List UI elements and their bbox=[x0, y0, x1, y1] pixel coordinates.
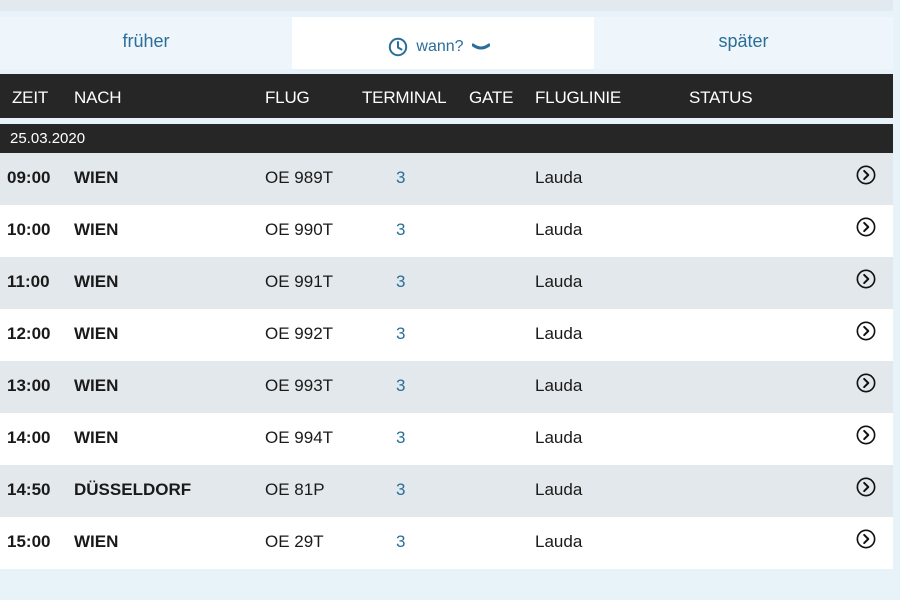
table-row[interactable]: 12:00 WIEN OE 992T 3 Lauda bbox=[0, 309, 893, 361]
column-header-gate: GATE bbox=[469, 88, 514, 107]
flight-number: OE 81P bbox=[265, 480, 325, 499]
column-header-flight: FLUG bbox=[265, 88, 310, 107]
terminal-number: 3 bbox=[396, 168, 406, 187]
destination: DÜSSELDORF bbox=[74, 480, 192, 499]
flight-list: 09:00 WIEN OE 989T 3 Lauda 10:00 WIEN OE… bbox=[0, 153, 893, 569]
airline: Lauda bbox=[535, 376, 583, 395]
destination: WIEN bbox=[74, 376, 119, 395]
when-label: wann? bbox=[416, 38, 464, 55]
flight-number: OE 992T bbox=[265, 324, 334, 343]
chevron-right-circle-icon[interactable] bbox=[856, 477, 876, 497]
departure-time: 11:00 bbox=[7, 272, 50, 291]
table-row[interactable]: 11:00 WIEN OE 991T 3 Lauda bbox=[0, 257, 893, 309]
time-navigation: früher wann? später bbox=[0, 17, 893, 69]
destination: WIEN bbox=[74, 532, 119, 551]
flight-number: OE 989T bbox=[265, 168, 334, 187]
flight-number: OE 29T bbox=[265, 532, 324, 551]
terminal-number: 3 bbox=[396, 532, 406, 551]
departure-time: 14:00 bbox=[7, 428, 51, 447]
table-row[interactable]: 10:00 WIEN OE 990T 3 Lauda bbox=[0, 205, 893, 257]
terminal-number: 3 bbox=[396, 480, 406, 499]
chevron-right-circle-icon[interactable] bbox=[856, 269, 876, 289]
later-button[interactable]: später bbox=[594, 17, 893, 69]
destination: WIEN bbox=[74, 272, 119, 291]
departure-time: 15:00 bbox=[7, 532, 51, 551]
earlier-button[interactable]: früher bbox=[0, 17, 292, 69]
airline: Lauda bbox=[535, 532, 583, 551]
airline: Lauda bbox=[535, 220, 583, 239]
table-row[interactable]: 14:00 WIEN OE 994T 3 Lauda bbox=[0, 413, 893, 465]
date-group-header: 25.03.2020 bbox=[0, 124, 893, 153]
chevron-right-circle-icon[interactable] bbox=[856, 321, 876, 341]
column-header-destination: NACH bbox=[74, 88, 122, 107]
column-header-terminal: TERMINAL bbox=[362, 88, 447, 107]
departure-time: 14:50 bbox=[7, 480, 51, 499]
airline: Lauda bbox=[535, 324, 583, 343]
column-header-time: ZEIT bbox=[12, 88, 49, 107]
column-header-airline: FLUGLINIE bbox=[535, 88, 622, 107]
top-strip bbox=[0, 0, 893, 11]
table-row[interactable]: 14:50 DÜSSELDORF OE 81P 3 Lauda bbox=[0, 465, 893, 517]
terminal-number: 3 bbox=[396, 428, 406, 447]
airline: Lauda bbox=[535, 428, 583, 447]
chevron-right-circle-icon[interactable] bbox=[856, 373, 876, 393]
table-row[interactable]: 13:00 WIEN OE 993T 3 Lauda bbox=[0, 361, 893, 413]
terminal-number: 3 bbox=[396, 220, 406, 239]
table-row[interactable]: 15:00 WIEN OE 29T 3 Lauda bbox=[0, 517, 893, 569]
destination: WIEN bbox=[74, 324, 119, 343]
terminal-number: 3 bbox=[396, 376, 406, 395]
chevron-right-circle-icon[interactable] bbox=[856, 529, 876, 549]
later-label: später bbox=[718, 30, 769, 51]
chevron-right-circle-icon[interactable] bbox=[856, 165, 876, 185]
departure-time: 10:00 bbox=[7, 220, 51, 239]
chevron-down-icon bbox=[471, 43, 490, 50]
clock-icon bbox=[389, 37, 408, 57]
chevron-right-circle-icon[interactable] bbox=[856, 425, 876, 445]
terminal-number: 3 bbox=[396, 324, 406, 343]
airline: Lauda bbox=[535, 168, 583, 187]
destination: WIEN bbox=[74, 168, 119, 187]
flight-number: OE 990T bbox=[265, 220, 334, 239]
table-row[interactable]: 09:00 WIEN OE 989T 3 Lauda bbox=[0, 153, 893, 205]
departure-time: 13:00 bbox=[7, 376, 51, 395]
flight-number: OE 994T bbox=[265, 428, 334, 447]
flight-number: OE 991T bbox=[265, 272, 334, 291]
departure-time: 12:00 bbox=[7, 324, 51, 343]
destination: WIEN bbox=[74, 220, 119, 239]
when-selector[interactable]: wann? bbox=[292, 17, 594, 69]
column-header-status: STATUS bbox=[689, 88, 753, 107]
date-label: 25.03.2020 bbox=[10, 130, 86, 147]
airline: Lauda bbox=[535, 272, 583, 291]
table-header: ZEIT NACH FLUG TERMINAL GATE FLUGLINIE S… bbox=[0, 74, 893, 118]
earlier-label: früher bbox=[122, 30, 170, 51]
airline: Lauda bbox=[535, 480, 583, 499]
destination: WIEN bbox=[74, 428, 119, 447]
departure-time: 09:00 bbox=[7, 168, 51, 187]
terminal-number: 3 bbox=[396, 272, 406, 291]
chevron-right-circle-icon[interactable] bbox=[856, 217, 876, 237]
flight-number: OE 993T bbox=[265, 376, 334, 395]
